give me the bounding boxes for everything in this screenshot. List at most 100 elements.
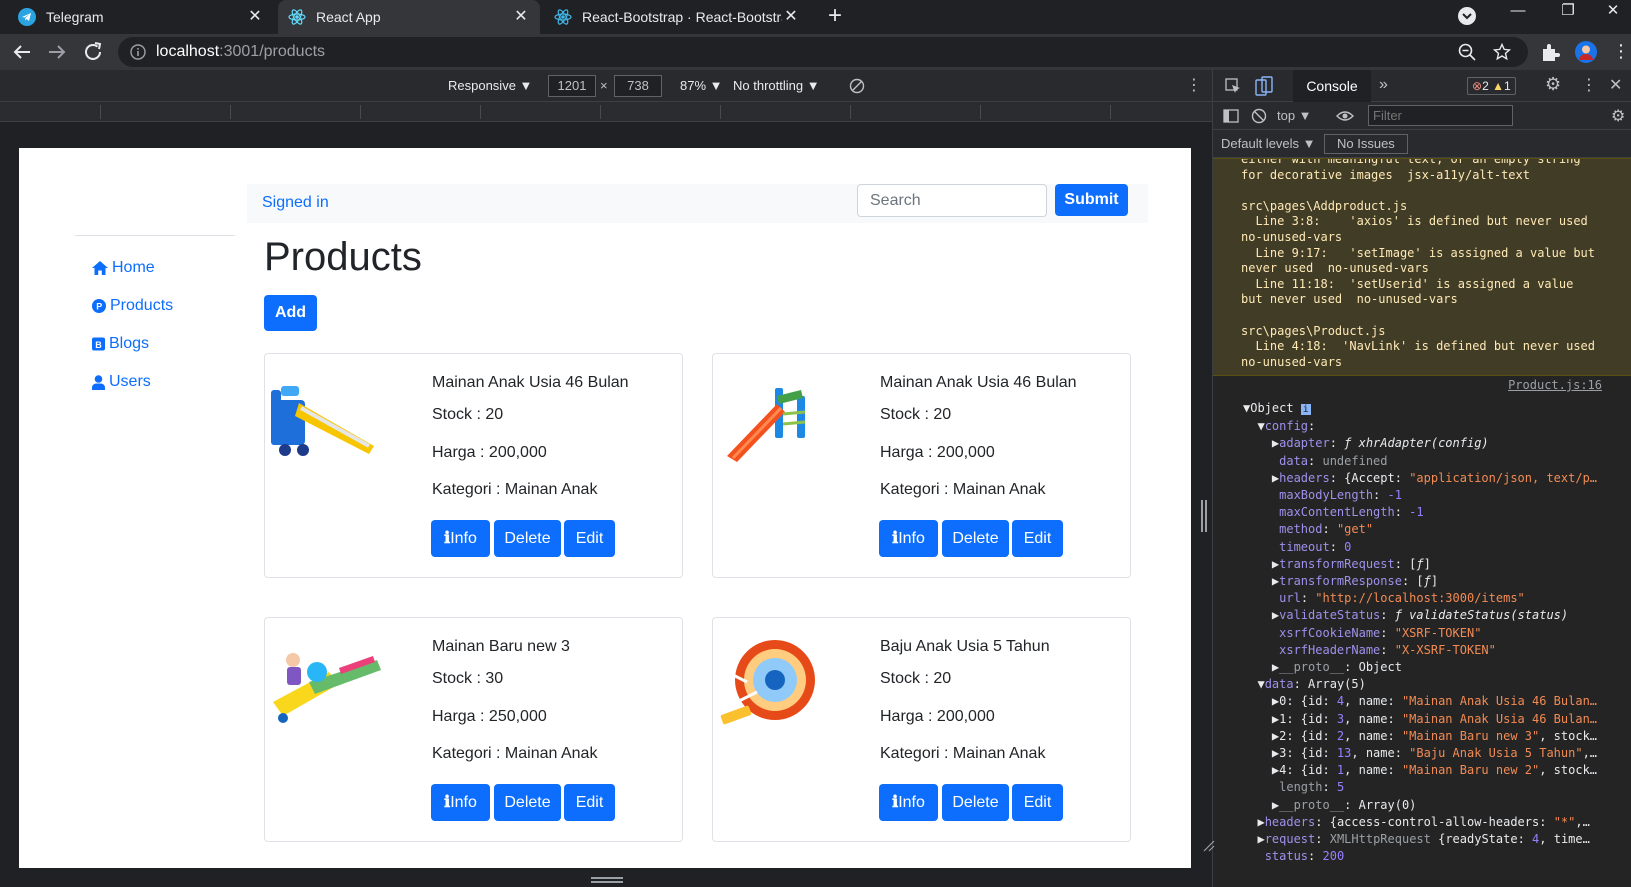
forward-arrow-icon[interactable] (45, 40, 69, 64)
tab-console[interactable]: Console (1293, 70, 1371, 102)
console-settings-gear-icon[interactable]: ⚙ (1611, 106, 1625, 126)
product-image (727, 388, 806, 462)
reload-icon[interactable] (81, 40, 105, 64)
tab-react-bootstrap[interactable]: React-Bootstrap · React-Bootstrap ✕ (544, 0, 810, 34)
delete-button[interactable]: Delete (494, 784, 561, 821)
rotate-icon[interactable] (849, 78, 865, 94)
url-host: localhost (156, 43, 220, 60)
react-bootstrap-icon (554, 9, 572, 25)
info-circle-icon[interactable] (130, 44, 146, 60)
submit-button[interactable]: Submit (1055, 184, 1128, 216)
tab-title: React App (316, 9, 381, 25)
signed-in-link[interactable]: Signed in (262, 189, 329, 217)
device-toggle-icon[interactable] (1255, 76, 1273, 96)
console-object-log[interactable]: Product.js:16 ▼Object i ▼config: ▶adapte… (1213, 378, 1631, 887)
maximize-icon[interactable]: ❐ (1545, 0, 1591, 24)
info-button[interactable]: ℹInfo (431, 784, 490, 821)
tab-title: Telegram (46, 9, 104, 25)
object-tree[interactable]: ▼Object i ▼config: ▶adapter: ƒ xhrAdapte… (1243, 400, 1597, 865)
tab-react-app[interactable]: React App ✕ (278, 0, 540, 34)
edit-button[interactable]: Edit (564, 520, 615, 557)
devtools-more-icon[interactable]: ⋮ (1581, 75, 1597, 95)
gear-icon[interactable]: ⚙ (1545, 74, 1561, 95)
search-input[interactable] (857, 184, 1047, 217)
info-button[interactable]: ℹInfo (879, 784, 938, 821)
close-window-icon[interactable]: ✕ (1590, 0, 1631, 24)
extensions-puzzle-icon[interactable] (1538, 40, 1562, 64)
product-stock: Stock : 30 (432, 670, 504, 687)
close-tab-icon[interactable]: ✕ (512, 8, 530, 26)
sidebar-item-home[interactable]: Home (92, 256, 155, 280)
clear-console-icon[interactable] (1251, 108, 1267, 124)
svg-text:P: P (96, 302, 102, 312)
product-category: Kategori : Mainan Anak (880, 745, 1046, 762)
close-devtools-icon[interactable]: ✕ (1609, 75, 1622, 95)
more-tabs-icon[interactable]: » (1379, 76, 1388, 94)
avatar[interactable] (1574, 40, 1598, 64)
issue-counter[interactable]: ⊗2 ▲1 (1467, 77, 1516, 95)
viewport-width-input[interactable]: 1201 (548, 75, 596, 97)
tab-search-icon[interactable] (1457, 6, 1477, 26)
browser-menu-icon[interactable]: ⋮ (1612, 40, 1630, 62)
viewport-bottom-resize-handle[interactable] (591, 877, 623, 883)
product-image (720, 640, 815, 725)
warning-count: 1 (1503, 79, 1511, 93)
minimize-icon[interactable]: — (1495, 0, 1541, 24)
eye-icon[interactable] (1336, 109, 1354, 123)
product-price: Harga : 200,000 (880, 708, 995, 725)
product-card: Mainan Anak Usia 46 Bulan Stock : 20 Har… (264, 353, 683, 578)
sidebar-item-label: Products (110, 297, 174, 314)
bookmark-star-icon[interactable] (1493, 43, 1511, 61)
address-bar[interactable]: localhost:3001/products (118, 37, 1528, 67)
no-issues-button[interactable]: No Issues (1324, 134, 1408, 154)
error-count: 2 (1482, 79, 1489, 93)
tab-title: React-Bootstrap · React-Bootstrap (582, 9, 782, 25)
back-arrow-icon[interactable] (10, 40, 34, 64)
warning-text: either with meaningful text, or an empty… (1241, 158, 1596, 369)
navbar: Signed in Submit (247, 184, 1148, 223)
close-tab-icon[interactable]: ✕ (246, 8, 264, 26)
zoom-out-icon[interactable] (1458, 43, 1476, 61)
source-link[interactable]: Product.js:16 (1508, 378, 1602, 392)
viewport-height-input[interactable]: 738 (614, 75, 662, 97)
console-level-bar: Default levels ▼ No Issues (1213, 130, 1631, 158)
browser-tab-strip: Telegram ✕ React App ✕ React-Bootstrap ·… (0, 0, 1631, 34)
info-button[interactable]: ℹInfo (879, 520, 938, 557)
resize-corner-icon[interactable] (1203, 840, 1215, 852)
log-levels-select[interactable]: Default levels ▼ (1221, 136, 1316, 151)
device-mode-select[interactable]: Responsive ▼ (448, 76, 532, 96)
sidebar-item-blogs[interactable]: B Blogs (92, 332, 149, 356)
warning-icon: ▲ (1492, 79, 1504, 93)
device-more-icon[interactable]: ⋮ (1186, 75, 1202, 95)
console-filter-input[interactable] (1368, 105, 1513, 126)
zoom-select[interactable]: 87% ▼ (680, 76, 723, 96)
sidebar-item-products[interactable]: P Products (92, 294, 173, 318)
edit-button[interactable]: Edit (1012, 520, 1063, 557)
new-tab-button[interactable]: + (822, 4, 848, 30)
product-card: Mainan Anak Usia 46 Bulan Stock : 20 Har… (712, 353, 1131, 578)
dimension-separator: × (600, 78, 608, 93)
edit-button[interactable]: Edit (564, 784, 615, 821)
tab-telegram[interactable]: Telegram ✕ (8, 0, 274, 34)
add-product-button[interactable]: Add (264, 295, 317, 331)
close-tab-icon[interactable]: ✕ (782, 8, 800, 26)
info-button[interactable]: ℹInfo (431, 520, 490, 557)
product-category: Kategori : Mainan Anak (432, 745, 598, 762)
browser-toolbar: localhost:3001/products ⋮ (0, 34, 1631, 70)
sidebar-item-label: Home (112, 259, 155, 276)
delete-button[interactable]: Delete (942, 784, 1009, 821)
throttling-select[interactable]: No throttling ▼ (733, 76, 820, 96)
product-name: Baju Anak Usia 5 Tahun (880, 638, 1050, 655)
product-category: Kategori : Mainan Anak (880, 481, 1046, 498)
sidebar-item-users[interactable]: Users (92, 370, 151, 394)
blog-b-icon: B (92, 337, 105, 351)
context-select[interactable]: top ▼ (1277, 108, 1312, 123)
inspect-element-icon[interactable] (1225, 78, 1241, 94)
info-button-label: Info (450, 794, 477, 811)
delete-button[interactable]: Delete (942, 520, 1009, 557)
viewport-resize-handle[interactable] (1201, 500, 1207, 532)
delete-button[interactable]: Delete (494, 520, 561, 557)
edit-button[interactable]: Edit (1012, 784, 1063, 821)
device-toolbar: Responsive ▼ 1201 × 738 87% ▼ No throttl… (0, 70, 1212, 102)
sidebar-toggle-icon[interactable] (1223, 108, 1239, 124)
